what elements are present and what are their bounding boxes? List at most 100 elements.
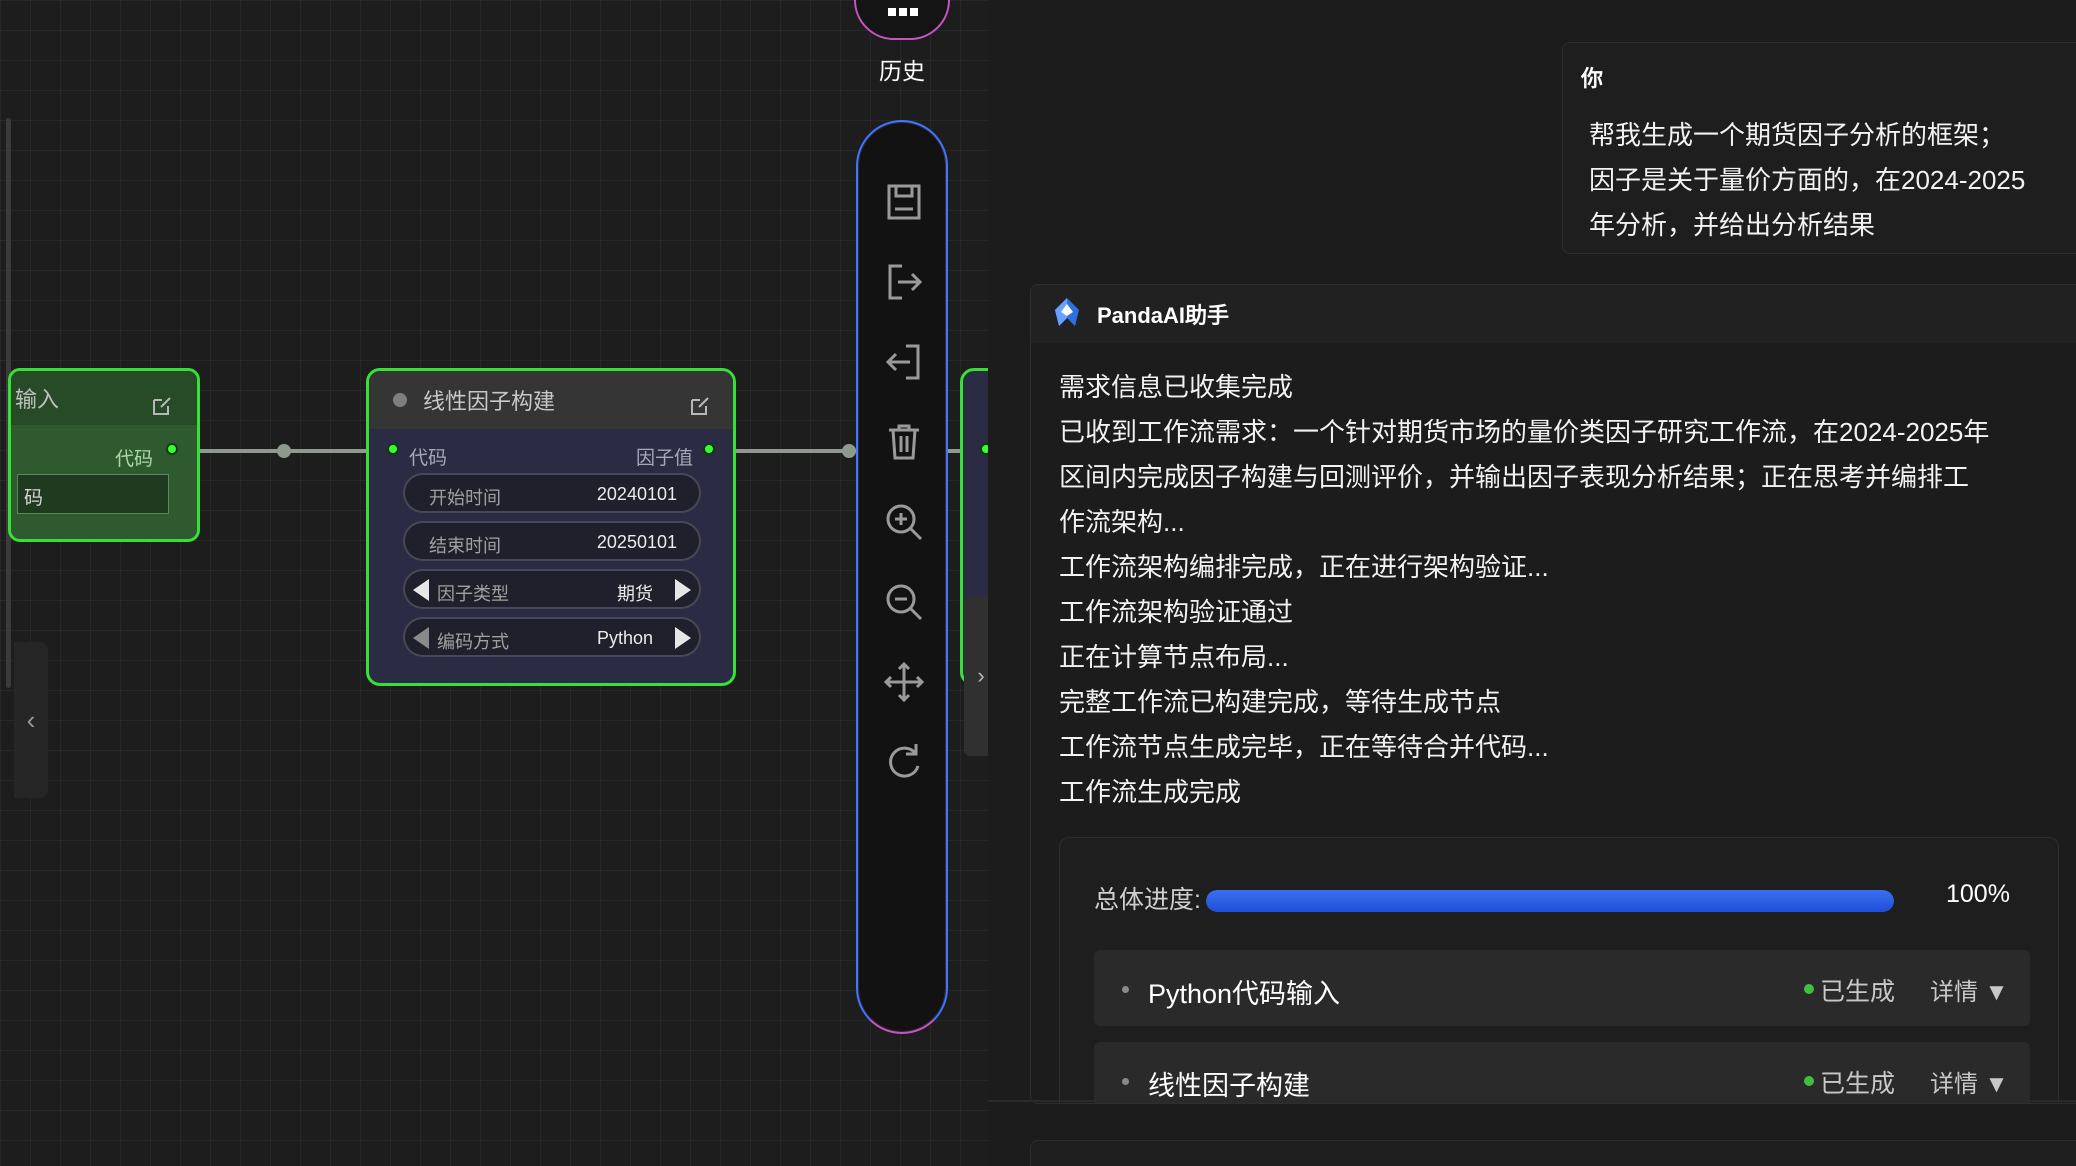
arrow-left-icon[interactable] bbox=[413, 579, 429, 601]
edge-midpoint-handle[interactable] bbox=[277, 444, 291, 458]
progress-label: 总体进度: bbox=[1094, 886, 1201, 914]
input-port-label: 代码 bbox=[409, 448, 448, 469]
history-button[interactable] bbox=[854, 0, 950, 40]
status-dot-icon bbox=[1804, 984, 1814, 994]
code-input[interactable]: 码 bbox=[17, 474, 169, 514]
edge-input-to-factor bbox=[174, 449, 378, 453]
arrow-right-icon[interactable] bbox=[675, 627, 691, 649]
assistant-message-text: 需求信息已收集完成 已收到工作流需求：一个针对期货市场的量价类因子研究工作流，在… bbox=[1059, 365, 2059, 815]
message-line: 工作流架构编排完成，正在进行架构验证... bbox=[1059, 552, 1549, 582]
import-icon bbox=[885, 344, 920, 380]
field-value: 20250101 bbox=[596, 532, 677, 552]
zoom-in-icon bbox=[886, 504, 923, 541]
assistant-name: PandaAI助手 bbox=[1097, 303, 1230, 328]
field-value: 期货 bbox=[617, 584, 653, 604]
export-button[interactable] bbox=[880, 258, 928, 306]
move-icon bbox=[883, 661, 925, 703]
node-python-input[interactable]: 输入 代码 码 bbox=[8, 368, 200, 542]
progress-bar-fill bbox=[1206, 890, 1894, 912]
field-label: 结束时间 bbox=[429, 536, 501, 556]
arrow-right-icon[interactable] bbox=[675, 579, 691, 601]
divider bbox=[988, 1100, 2076, 1102]
refresh-button[interactable] bbox=[880, 738, 928, 786]
encoding-combo[interactable]: 编码方式 Python bbox=[403, 617, 701, 657]
message-line: 帮我生成一个期货因子分析的框架； bbox=[1589, 120, 2006, 150]
message-line: 完整工作流已构建完成，等待生成节点 bbox=[1059, 687, 1502, 717]
workflow-canvas[interactable]: ‹ 输入 代码 码 线性因子构建 代码 因子值 开始时间 20240101 结束… bbox=[0, 0, 988, 1166]
step-details-button[interactable]: 详情 ▼ bbox=[1930, 1064, 2008, 1099]
message-line: 已收到工作流需求：一个针对期货市场的量价类因子研究工作流，在2024-2025年 bbox=[1059, 417, 1990, 447]
node-status-dot bbox=[393, 393, 407, 407]
node-linear-factor[interactable]: 线性因子构建 代码 因子值 开始时间 20240101 结束时间 2025010… bbox=[366, 368, 736, 686]
zoom-out-button[interactable] bbox=[880, 578, 928, 626]
step-status: 已生成 bbox=[1820, 1070, 1896, 1098]
edit-icon[interactable] bbox=[151, 395, 173, 422]
delete-button[interactable] bbox=[880, 418, 928, 466]
node-header: 线性因子构建 bbox=[369, 371, 733, 429]
chevron-left-icon: ‹ bbox=[26, 704, 36, 735]
expand-node-button[interactable]: › bbox=[964, 596, 988, 756]
user-name: 你 bbox=[1581, 66, 1604, 91]
field-label: 编码方式 bbox=[437, 632, 509, 652]
user-message: 你 帮我生成一个期货因子分析的框架； 因子是关于量价方面的，在2024-2025… bbox=[1562, 42, 2076, 254]
factor-type-combo[interactable]: 因子类型 期货 bbox=[403, 569, 701, 609]
save-button[interactable] bbox=[880, 178, 928, 226]
node-title: 线性因子构建 bbox=[423, 389, 556, 414]
history-label: 历史 bbox=[879, 58, 925, 84]
field-value: Python bbox=[596, 628, 653, 648]
import-button[interactable] bbox=[880, 338, 928, 386]
step-details-button[interactable]: 详情 ▼ bbox=[1930, 972, 2008, 1007]
field-label: 因子类型 bbox=[437, 584, 509, 604]
arrow-left-icon[interactable] bbox=[413, 627, 429, 649]
message-line: 正在计算节点布局... bbox=[1059, 642, 1289, 672]
input-port[interactable] bbox=[980, 443, 988, 455]
output-port-label: 因子值 bbox=[635, 448, 693, 469]
zoom-in-button[interactable] bbox=[880, 498, 928, 546]
chat-panel: 你 帮我生成一个期货因子分析的框架； 因子是关于量价方面的，在2024-2025… bbox=[988, 0, 2076, 1166]
save-icon bbox=[887, 184, 921, 220]
output-port-label: 代码 bbox=[114, 449, 153, 470]
user-message-text: 帮我生成一个期货因子分析的框架； 因子是关于量价方面的，在2024-2025 年… bbox=[1589, 113, 2076, 248]
step-name: Python代码输入 bbox=[1148, 979, 1341, 1009]
export-icon bbox=[888, 264, 923, 300]
assistant-message: PandaAI助手 需求信息已收集完成 已收到工作流需求：一个针对期货市场的量价… bbox=[1030, 284, 2076, 1104]
progress-card: 总体进度: 100% Python代码输入 已生成 详情 ▼ 线性因子构建 已生… bbox=[1059, 837, 2059, 1103]
input-port[interactable] bbox=[387, 443, 399, 455]
step-status: 已生成 bbox=[1820, 978, 1896, 1006]
collapse-left-panel-button[interactable]: ‹ bbox=[14, 642, 48, 798]
message-line: 因子是关于量价方面的，在2024-2025 bbox=[1589, 165, 2026, 195]
delete-icon bbox=[889, 424, 919, 460]
bullet-icon bbox=[1122, 986, 1129, 993]
end-time-field[interactable]: 结束时间 20250101 bbox=[403, 521, 701, 561]
field-label: 开始时间 bbox=[429, 488, 501, 508]
edit-icon[interactable] bbox=[689, 395, 711, 422]
edge-midpoint-handle[interactable] bbox=[842, 444, 856, 458]
message-line: 工作流生成完成 bbox=[1059, 777, 1242, 807]
message-line: 需求信息已收集完成 bbox=[1059, 372, 1294, 402]
canvas-toolbar bbox=[856, 120, 948, 1034]
chat-input-area[interactable] bbox=[1030, 1140, 2076, 1166]
panda-logo-icon bbox=[1051, 296, 1083, 333]
field-value: 20240101 bbox=[596, 484, 677, 504]
chevron-right-icon: › bbox=[977, 663, 985, 688]
refresh-icon bbox=[889, 744, 920, 778]
step-item: 线性因子构建 已生成 详情 ▼ bbox=[1094, 1042, 2030, 1103]
assistant-header: PandaAI助手 bbox=[1031, 285, 2076, 343]
history-icon bbox=[888, 8, 918, 16]
bullet-icon bbox=[1122, 1078, 1129, 1085]
progress-bar bbox=[1206, 890, 1894, 912]
status-dot-icon bbox=[1804, 1076, 1814, 1086]
progress-percent: 100% bbox=[1946, 880, 2010, 908]
message-line: 工作流架构验证通过 bbox=[1059, 597, 1294, 627]
step-item: Python代码输入 已生成 详情 ▼ bbox=[1094, 950, 2030, 1026]
node-title: 输入 bbox=[15, 387, 60, 412]
output-port[interactable] bbox=[166, 443, 178, 455]
output-port[interactable] bbox=[703, 443, 715, 455]
message-line: 区间内完成因子构建与回测评价，并输出因子表现分析结果；正在思考并编排工 bbox=[1059, 462, 1970, 492]
step-name: 线性因子构建 bbox=[1148, 1071, 1310, 1101]
start-time-field[interactable]: 开始时间 20240101 bbox=[403, 473, 701, 513]
message-line: 工作流节点生成完毕，正在等待合并代码... bbox=[1059, 732, 1549, 762]
move-button[interactable] bbox=[880, 658, 928, 706]
message-line: 年分析，并给出分析结果 bbox=[1589, 210, 1876, 240]
zoom-out-icon bbox=[886, 584, 923, 621]
